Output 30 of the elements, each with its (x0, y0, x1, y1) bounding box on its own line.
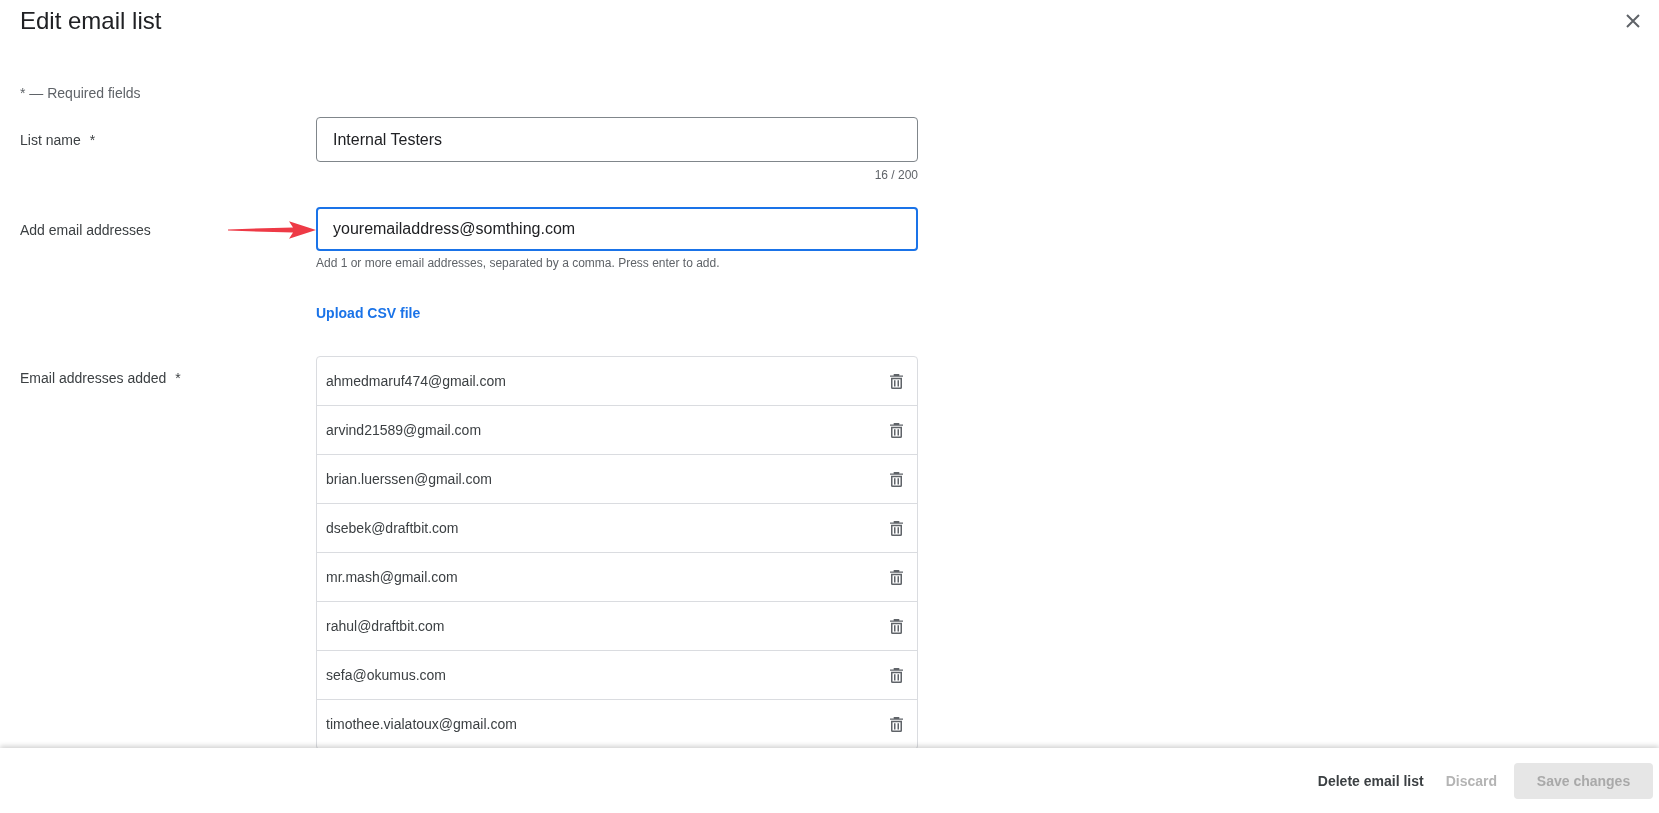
required-fields-note: * — Required fields (20, 84, 141, 103)
email-address: timothee.vialatoux@gmail.com (326, 715, 517, 734)
character-counter: 16 / 200 (874, 167, 918, 183)
trash-icon[interactable] (890, 520, 903, 536)
dialog-title: Edit email list (20, 6, 162, 36)
trash-icon[interactable] (890, 667, 903, 683)
delete-list-button[interactable]: Delete email list (1306, 762, 1435, 799)
trash-icon[interactable] (890, 373, 903, 389)
email-address: brian.luerssen@gmail.com (326, 470, 492, 489)
email-address: ahmedmaruf474@gmail.com (326, 372, 506, 391)
text-input-field[interactable]: Internal Testers (316, 117, 918, 162)
close-icon[interactable] (1626, 14, 1640, 28)
trash-icon[interactable] (890, 618, 903, 634)
field-label: Email addresses added (20, 369, 167, 388)
field-label: List name (20, 130, 81, 150)
email-address: dsebek@draftbit.com (326, 519, 459, 538)
field-label: Add email addresses (20, 220, 151, 240)
email-address: mr.mash@gmail.com (326, 568, 458, 587)
helper-text: Add 1 or more email addresses, separated by a comma. Press enter to add. (316, 255, 720, 271)
email-address: rahul@draftbit.com (326, 617, 445, 636)
email-address: arvind21589@gmail.com (326, 421, 482, 440)
trash-icon[interactable] (890, 716, 903, 732)
required-mark: * (175, 369, 181, 388)
trash-icon[interactable] (890, 422, 903, 438)
trash-icon[interactable] (890, 569, 903, 585)
required-mark: * (89, 130, 96, 150)
trash-icon[interactable] (890, 471, 903, 487)
text-input-field[interactable]: youremailaddress@somthing.com (316, 207, 918, 251)
email-address: sefa@okumus.com (326, 666, 447, 685)
upload-csv-link[interactable]: Upload CSV file (316, 305, 421, 321)
